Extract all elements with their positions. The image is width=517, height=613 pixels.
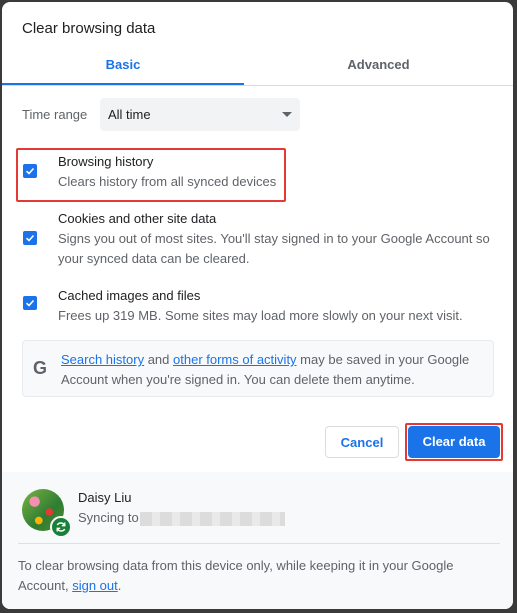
sync-status: Syncing to bbox=[78, 510, 285, 526]
cached-images-checkbox[interactable] bbox=[23, 296, 37, 310]
tab-bar: Basic Advanced bbox=[2, 52, 513, 86]
dialog-title: Clear browsing data bbox=[22, 20, 156, 37]
account-name: Daisy Liu bbox=[78, 490, 132, 505]
item-label: Cached images and files bbox=[58, 288, 201, 303]
item-description: Signs you out of most sites. You'll stay… bbox=[58, 231, 490, 266]
sync-icon bbox=[50, 516, 72, 538]
account-footer: Daisy Liu Syncing to To clear browsing d… bbox=[2, 472, 513, 609]
checkmark-icon bbox=[25, 167, 35, 175]
info-text: Search history and other forms of activi… bbox=[61, 350, 481, 390]
footer-divider bbox=[18, 543, 500, 544]
item-label: Browsing history bbox=[58, 154, 154, 169]
item-cookies: Cookies and other site data Signs you ou… bbox=[22, 209, 502, 269]
item-cached-images: Cached images and files Frees up 319 MB.… bbox=[22, 286, 502, 330]
google-g-icon: G bbox=[33, 358, 48, 378]
clear-data-button[interactable]: Clear data bbox=[408, 426, 500, 458]
search-history-link[interactable]: Search history bbox=[61, 352, 144, 367]
checkmark-icon bbox=[25, 299, 35, 307]
time-range-select[interactable]: All time bbox=[100, 98, 300, 131]
tab-basic[interactable]: Basic bbox=[2, 52, 244, 85]
item-description: Clears history from all synced devices bbox=[58, 174, 277, 189]
item-label: Cookies and other site data bbox=[58, 211, 217, 226]
cookies-checkbox[interactable] bbox=[23, 231, 37, 245]
sign-out-link[interactable]: sign out bbox=[72, 578, 118, 593]
redacted-email bbox=[139, 511, 285, 526]
clear-browsing-data-dialog: Clear browsing data Basic Advanced Time … bbox=[2, 2, 513, 609]
google-activity-info: G Search history and other forms of acti… bbox=[22, 340, 494, 397]
browsing-history-checkbox[interactable] bbox=[23, 164, 37, 178]
item-browsing-history: Browsing history Clears history from all… bbox=[22, 152, 502, 196]
item-description: Frees up 319 MB. Some sites may load mor… bbox=[58, 308, 463, 323]
time-range-label: Time range bbox=[22, 107, 88, 122]
checkmark-icon bbox=[25, 234, 35, 242]
dropdown-caret-icon bbox=[282, 112, 292, 117]
footer-text: To clear browsing data from this device … bbox=[18, 556, 488, 596]
info-text-mid: and bbox=[144, 352, 174, 367]
footer-text-end: . bbox=[117, 578, 122, 593]
tab-advanced[interactable]: Advanced bbox=[244, 52, 513, 83]
time-range-value: All time bbox=[108, 107, 151, 122]
other-activity-link[interactable]: other forms of activity bbox=[173, 352, 297, 367]
cancel-button[interactable]: Cancel bbox=[325, 426, 399, 458]
sync-status-text: Syncing to bbox=[78, 510, 139, 525]
